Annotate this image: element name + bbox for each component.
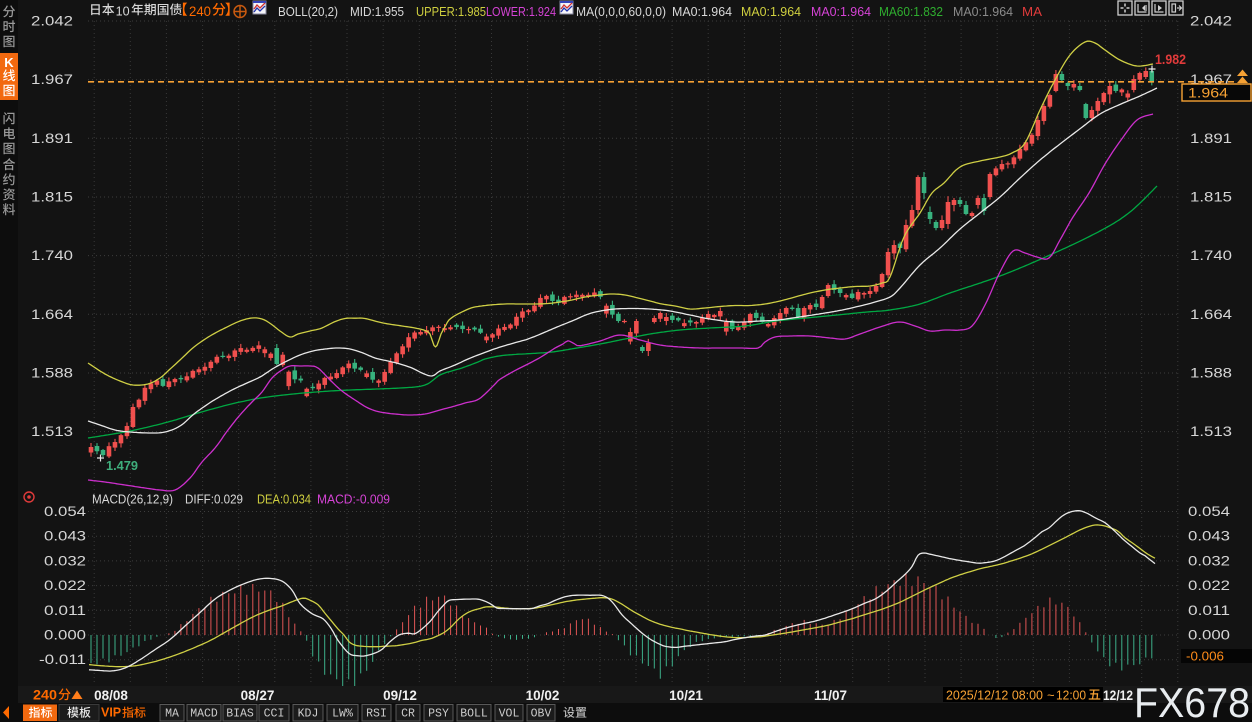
svg-text:FX678: FX678 [1134,679,1250,722]
svg-text:12:00: 12:00 [1056,688,1086,703]
svg-text:10: 10 [116,4,130,19]
svg-text:MACD:-0.009: MACD:-0.009 [317,493,390,507]
svg-text:10/21: 10/21 [669,688,703,703]
svg-text:0.000: 0.000 [44,628,86,643]
svg-text:1.479: 1.479 [106,458,138,473]
svg-text:1.891: 1.891 [1190,131,1232,146]
svg-text:1.815: 1.815 [1190,190,1232,205]
svg-text:LOWER:1.924: LOWER:1.924 [486,5,556,19]
svg-text:RSI: RSI [366,708,387,721]
svg-text:1.588: 1.588 [1190,366,1232,381]
svg-text:1.982: 1.982 [1155,52,1186,67]
svg-text:1.740: 1.740 [31,248,73,263]
svg-text:0.054: 0.054 [1188,504,1231,519]
svg-text:12/12: 12/12 [1103,688,1133,703]
svg-text:MA(0,0,0,60,0,0): MA(0,0,0,60,0,0) [576,5,666,19]
svg-text:UPPER:1.985: UPPER:1.985 [416,5,486,19]
svg-text:2.042: 2.042 [1190,14,1232,29]
svg-text:10/02: 10/02 [526,688,560,703]
svg-text:BOLL: BOLL [460,708,488,721]
svg-text:08/27: 08/27 [241,688,275,703]
svg-text:1.664: 1.664 [31,307,74,322]
svg-text:MA0:1.964: MA0:1.964 [953,5,1013,19]
svg-text:-0.006: -0.006 [1186,649,1224,664]
svg-text:OBV: OBV [531,708,552,721]
svg-text:MACD: MACD [190,708,218,721]
svg-text:MA: MA [165,708,179,721]
svg-text:0.032: 0.032 [1188,553,1230,568]
svg-text:0.000: 0.000 [1188,628,1230,643]
svg-text:1.967: 1.967 [31,72,73,87]
svg-text:MA60:1.832: MA60:1.832 [879,5,943,19]
svg-text:11/07: 11/07 [814,688,847,703]
svg-text:CCI: CCI [264,708,285,721]
svg-text:0.011: 0.011 [1188,603,1230,618]
svg-text:0.022: 0.022 [1188,578,1230,593]
svg-text:MID:1.955: MID:1.955 [350,5,404,19]
svg-text:1.588: 1.588 [31,366,73,381]
svg-text:KDJ: KDJ [298,708,319,721]
svg-text:0.043: 0.043 [1188,529,1230,544]
svg-text:DIFF:0.029: DIFF:0.029 [185,493,243,507]
svg-text:MA0:1.964: MA0:1.964 [811,5,871,19]
svg-text:1.891: 1.891 [31,131,73,146]
svg-text:08/08: 08/08 [94,688,128,703]
svg-text:1.740: 1.740 [1190,248,1232,263]
svg-text:-0.011: -0.011 [39,652,86,667]
svg-text:0.043: 0.043 [44,529,86,544]
svg-text:MA: MA [1022,5,1043,19]
svg-text:MA0:1.964: MA0:1.964 [672,5,732,19]
svg-text:240: 240 [189,4,211,19]
svg-text:240: 240 [33,688,57,703]
svg-text:2.042: 2.042 [31,14,73,29]
svg-text:VIP: VIP [101,706,121,720]
svg-text:PSY: PSY [428,708,449,721]
svg-text:MACD(26,12,9): MACD(26,12,9) [92,493,173,507]
svg-text:1.664: 1.664 [1190,307,1233,322]
svg-text:K: K [4,55,14,70]
svg-text:1.513: 1.513 [1190,424,1232,439]
svg-text:0.022: 0.022 [44,578,86,593]
svg-text:BOLL(20,2): BOLL(20,2) [278,5,338,19]
svg-text:2025/12/12 08:00: 2025/12/12 08:00 [946,688,1043,703]
svg-text:LW%: LW% [332,708,353,721]
svg-text:MA0:1.964: MA0:1.964 [741,5,801,19]
svg-text:1.964: 1.964 [1188,85,1228,101]
svg-text:DEA:0.034: DEA:0.034 [257,493,311,507]
svg-text:CR: CR [401,708,415,721]
svg-text:0.054: 0.054 [44,504,87,519]
svg-text:~: ~ [1047,688,1055,703]
svg-text:1.815: 1.815 [31,190,73,205]
svg-text:VOL: VOL [499,708,520,721]
svg-text:0.032: 0.032 [44,553,86,568]
svg-text:0.011: 0.011 [44,603,86,618]
svg-text:1.513: 1.513 [31,424,73,439]
svg-text:BIAS: BIAS [226,708,254,721]
svg-text:09/12: 09/12 [383,688,417,703]
